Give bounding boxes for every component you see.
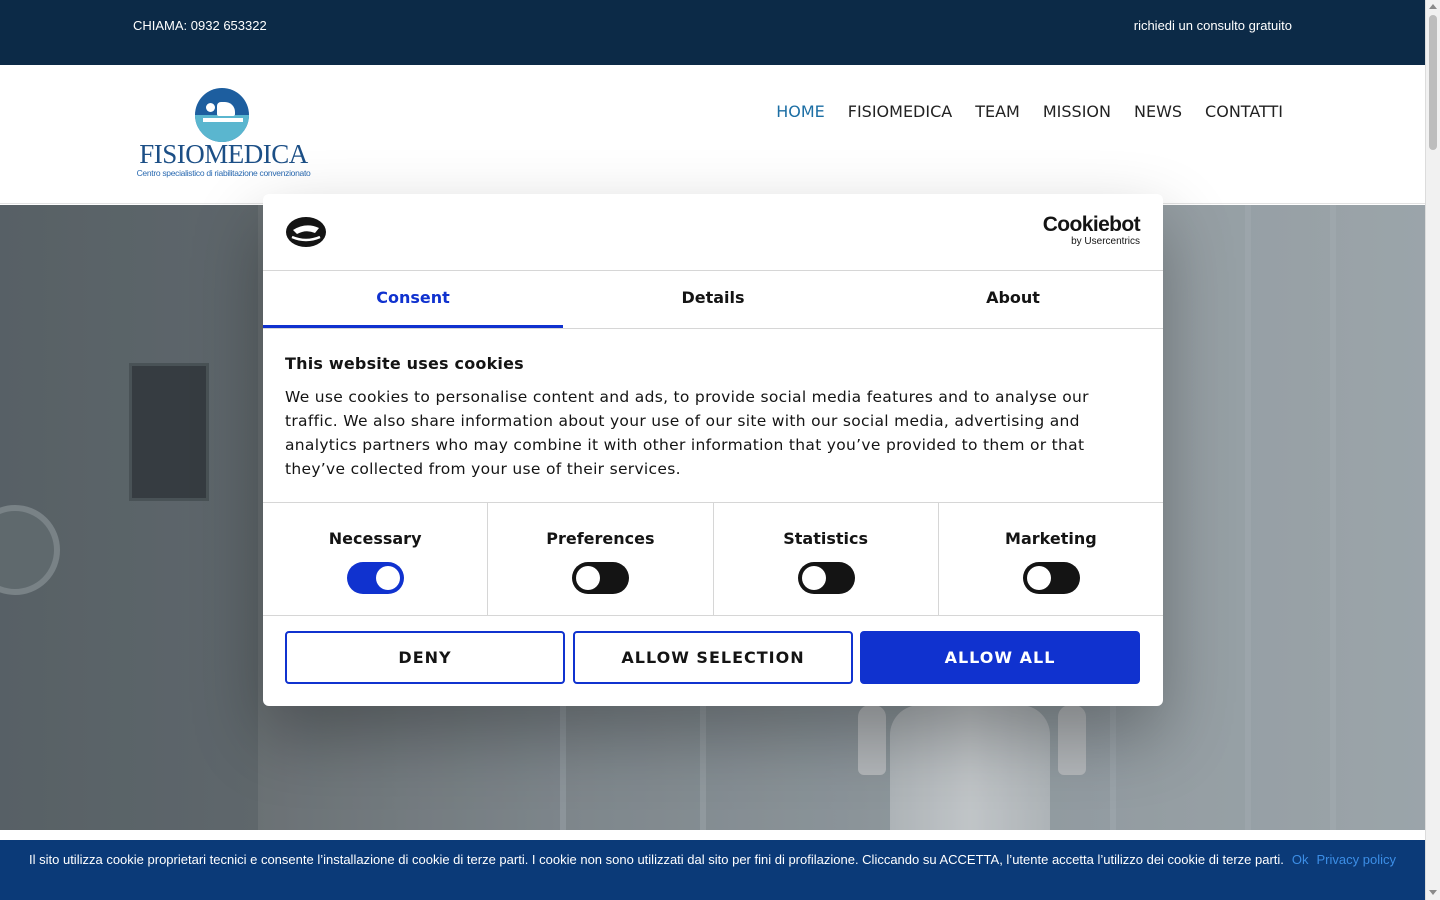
cookiebot-brand[interactable]: Cookiebot by Usercentrics [1042,213,1141,248]
logo-tagline: Centro specialistico di riabilitazione c… [136,168,311,178]
preferences-toggle[interactable] [572,562,630,594]
scrollbar-thumb[interactable] [1429,15,1437,150]
scroll-up-icon[interactable] [1429,4,1437,9]
toggle-cell-preferences: Preferences [488,503,714,615]
cookie-consent-dialog: Cookiebot by Usercentrics Consent Detail… [263,194,1163,706]
nav-item-fisiomedica[interactable]: FISIOMEDICA [848,102,952,121]
phone-contact[interactable]: CHIAMA: 0932 653322 [133,18,267,33]
main-nav: HOME FISIOMEDICA TEAM MISSION NEWS CONTA… [776,102,1283,121]
cookiebot-name: Cookiebot [1042,213,1141,236]
marketing-toggle[interactable] [1022,562,1080,594]
toggle-label-necessary: Necessary [328,529,422,548]
privacy-policy-link[interactable]: Privacy policy [1317,852,1396,867]
necessary-toggle[interactable] [347,562,405,594]
dialog-buttons: DENY ALLOW SELECTION ALLOW ALL [285,631,1141,684]
statistics-toggle[interactable] [797,562,855,594]
cookie-notice-text: Il sito utilizza cookie proprietari tecn… [29,852,1284,867]
nav-item-contatti[interactable]: CONTATTI [1205,102,1283,121]
dialog-tabs: Consent Details About [263,271,1163,329]
cookiebot-logo-icon [286,217,326,247]
cookiebot-by: by Usercentrics [1071,236,1140,247]
toggle-cell-marketing: Marketing [939,503,1163,615]
toggle-label-preferences: Preferences [546,529,655,548]
dialog-title: This website uses cookies [285,354,524,373]
deny-button[interactable]: DENY [285,631,565,684]
dialog-header: Cookiebot by Usercentrics [263,194,1163,271]
dialog-description: We use cookies to personalise content an… [285,388,1089,478]
toggle-label-statistics: Statistics [783,529,868,548]
toggle-label-marketing: Marketing [1005,529,1097,548]
toggle-cell-necessary: Necessary [263,503,489,615]
nav-item-mission[interactable]: MISSION [1043,102,1111,121]
cookie-notice-bar: Il sito utilizza cookie proprietari tecn… [0,840,1425,900]
free-consult-link[interactable]: richiedi un consulto gratuito [1134,18,1292,33]
nav-item-news[interactable]: NEWS [1134,102,1182,121]
tab-consent[interactable]: Consent [263,271,563,328]
tab-about[interactable]: About [863,271,1163,328]
toggle-cell-statistics: Statistics [714,503,939,615]
site-logo[interactable]: FISIOMEDICA Centro specialistico di riab… [136,88,311,183]
consent-toggles: Necessary Preferences Statistics Marketi… [263,502,1163,616]
scroll-down-icon[interactable] [1429,890,1437,895]
page-scrollbar[interactable] [1425,0,1440,900]
tab-details[interactable]: Details [563,271,863,328]
logo-emblem-icon [195,88,249,142]
nav-item-home[interactable]: HOME [776,102,825,121]
top-bar: CHIAMA: 0932 653322 richiedi un consulto… [0,0,1425,65]
site-header: FISIOMEDICA Centro specialistico di riab… [0,65,1425,204]
nav-item-team[interactable]: TEAM [975,102,1020,121]
logo-name: FISIOMEDICA [139,139,308,169]
ok-link[interactable]: Ok [1292,852,1309,867]
allow-all-button[interactable]: ALLOW ALL [860,631,1140,684]
allow-selection-button[interactable]: ALLOW SELECTION [573,631,853,684]
dialog-body: This website uses cookies We use cookies… [285,354,1125,481]
